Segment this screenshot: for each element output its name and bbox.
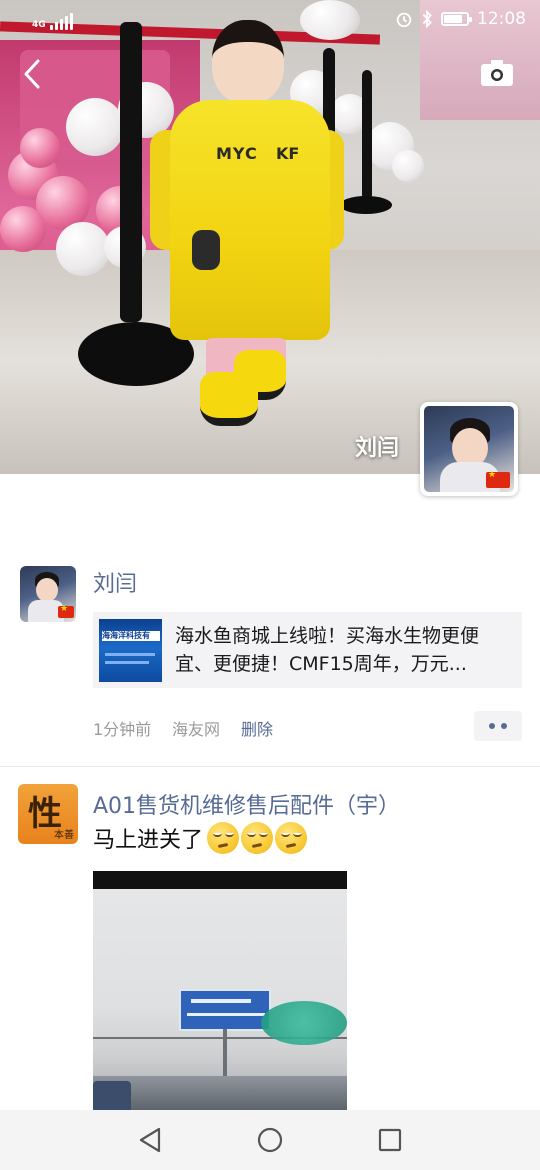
dot-icon: [501, 723, 507, 729]
post-time: 1分钟前: [93, 720, 152, 739]
home-circle-icon: [257, 1127, 283, 1153]
post-author-avatar[interactable]: 性 本善: [18, 784, 78, 844]
china-flag-icon: [486, 470, 510, 488]
profile-owner-avatar[interactable]: [420, 402, 518, 496]
link-title: 海水鱼商城上线啦！买海水生物更便宜、更便捷！CMF15周年，万元...: [175, 625, 480, 675]
signal-icon: 4G: [32, 8, 73, 30]
camera-icon: [481, 60, 513, 86]
post-divider: [0, 766, 540, 767]
recents-square-icon: [378, 1128, 402, 1152]
status-bar: 4G 12:08: [0, 0, 540, 38]
shared-link-card[interactable]: 海海洋科技有 海水鱼商城上线啦！买海水生物更便宜、更便捷！CMF15周年，万元.…: [93, 612, 522, 688]
cover-pole-base: [340, 196, 392, 214]
link-thumbnail: 海海洋科技有: [99, 618, 162, 682]
network-type: 4G: [32, 20, 46, 30]
bluetooth-icon: [422, 10, 432, 28]
cover-child-figure: MYC KF: [150, 20, 344, 440]
delete-link[interactable]: 删除: [241, 716, 273, 740]
nav-back-button[interactable]: [130, 1120, 170, 1160]
battery-icon: [441, 12, 472, 26]
clock: 12:08: [477, 9, 526, 29]
profile-owner-name[interactable]: 刘闫: [355, 430, 399, 462]
post-source[interactable]: 海友网: [172, 716, 220, 740]
dot-icon: [489, 723, 495, 729]
smirk-emoji-icon: [241, 822, 274, 854]
smirk-emoji-icon: [275, 822, 308, 854]
post-author-name[interactable]: 刘闫: [93, 566, 137, 598]
back-button[interactable]: [14, 54, 50, 94]
cover-balloon: [66, 98, 124, 156]
cover-balloon: [0, 206, 46, 252]
cover-balloon: [20, 128, 60, 168]
china-flag-icon: [58, 604, 74, 618]
nav-home-button[interactable]: [250, 1120, 290, 1160]
cover-balloon: [392, 150, 424, 182]
alarm-icon: [396, 12, 412, 28]
post-photo[interactable]: [93, 871, 347, 1116]
avatar-subtext: 本善: [54, 830, 74, 841]
post-author-name[interactable]: A01售货机维修售后配件（宇）: [93, 788, 400, 820]
more-actions-button[interactable]: [474, 711, 522, 741]
system-nav-bar: [0, 1110, 540, 1170]
post-author-avatar[interactable]: [20, 566, 76, 622]
back-triangle-icon: [139, 1127, 161, 1153]
back-arrow-icon: [24, 59, 40, 89]
post-text: 马上进关了: [93, 828, 204, 853]
post-text-row: 马上进关了: [93, 822, 308, 854]
smirk-emoji-icon: [207, 822, 240, 854]
camera-button[interactable]: [480, 58, 516, 90]
cover-balloon: [56, 222, 110, 276]
cover-pole: [362, 70, 372, 200]
cover-pole: [120, 22, 142, 322]
nav-recents-button[interactable]: [370, 1120, 410, 1160]
link-thumbnail-title: 海海洋科技有: [102, 630, 150, 640]
